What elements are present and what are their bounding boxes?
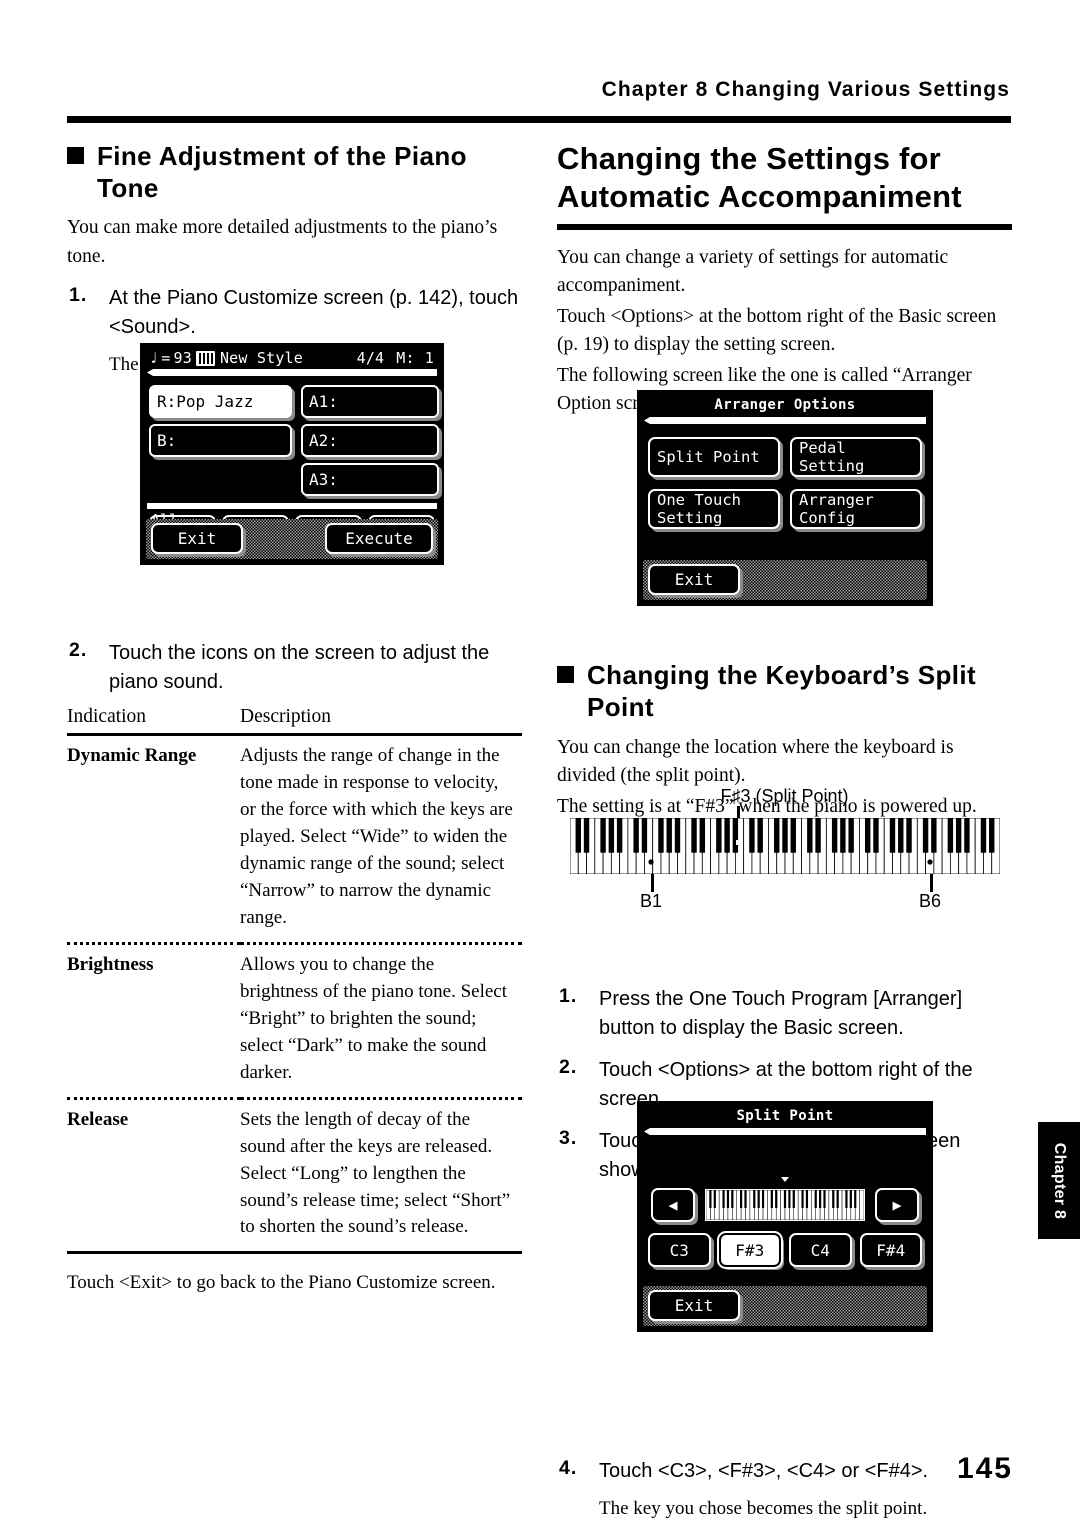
split-key-button-row: C3 F#3 C4 F#4 <box>648 1231 922 1269</box>
cell-indication: Brightness <box>67 953 154 975</box>
step-text: Press the One Touch Program [Arranger] b… <box>599 987 963 1039</box>
mini-keyboard-graphic[interactable] <box>705 1189 865 1221</box>
fsharp4-button[interactable]: F#4 <box>859 1233 922 1267</box>
right-intro-line-1: You can change a variety of settings for… <box>557 246 949 296</box>
arranger-config-button[interactable]: Arranger Config <box>790 489 922 529</box>
c3-button[interactable]: C3 <box>648 1233 711 1267</box>
step-text: At the Piano Customize screen (p. 142), … <box>109 286 519 338</box>
b6-label: B6 <box>919 891 942 911</box>
step-text: Touch the icons on the screen to adjust … <box>109 641 490 693</box>
manual-page: Chapter 8 Changing Various Settings Fine… <box>0 0 1080 1528</box>
running-head: Chapter 8 Changing Various Settings <box>601 78 1010 101</box>
lcd-arranger-footer: Exit <box>643 560 927 600</box>
right-intro2-line-1: You can change the location where the ke… <box>557 736 954 786</box>
left-column: Fine Adjustment of the Piano Tone You ca… <box>67 140 522 1297</box>
left-step-2: 2. Touch the icons on the screen to adju… <box>67 639 522 697</box>
right-step-4-sub: The key you chose becomes the split poin… <box>599 1497 928 1519</box>
time-signature: 4/4 <box>356 349 385 367</box>
right-arrow-button[interactable]: ▶ <box>875 1188 919 1222</box>
left-step-1: 1. At the Piano Customize screen (p. 142… <box>67 284 522 342</box>
header-rule <box>67 116 1011 123</box>
right-step-4: 4. Touch <C3>, <F#3>, <C4> or <F#4>. <box>557 1457 1012 1486</box>
cell-description: Sets the length of decay of the sound af… <box>240 1108 511 1238</box>
execute-button[interactable]: Execute <box>325 523 433 554</box>
lcd-arranger-title: Arranger Options <box>714 397 856 413</box>
step-text: Touch <C3>, <F#3>, <C4> or <F#4>. <box>599 1459 929 1482</box>
lcd-split-title: Split Point <box>736 1108 834 1124</box>
table-row: Dynamic Range Adjusts the range of chang… <box>67 734 522 943</box>
left-arrow-button[interactable]: ◀ <box>651 1188 695 1222</box>
chapter-thumb-tab: Chapter 8 <box>1038 1122 1080 1239</box>
tempo-value: 93 <box>173 349 192 367</box>
pedal-setting-button[interactable]: Pedal Setting <box>790 437 922 477</box>
keyboard-graphic <box>570 818 1000 874</box>
right-heading-2: Changing the Keyboard’s Split Point <box>557 659 1012 723</box>
b6-tick <box>930 874 933 892</box>
track-acc3[interactable]: A3: <box>301 463 439 496</box>
keyboard-diagram <box>570 818 1000 874</box>
track-rhythm[interactable]: R:Pop Jazz <box>149 385 292 418</box>
lcd-arranger-options-screen[interactable]: Arranger Options Split Point Pedal Setti… <box>637 390 933 606</box>
table-row: Release Sets the length of decay of the … <box>67 1098 522 1253</box>
cell-description: Adjusts the range of change in the tone … <box>240 744 513 928</box>
lcd-separator-bar <box>644 1128 926 1135</box>
right-step-1: 1. Press the One Touch Program [Arranger… <box>557 985 1012 1043</box>
step-number: 2. <box>559 1055 578 1078</box>
chapter-tab-label: Chapter 8 <box>1051 1142 1068 1219</box>
lcd-separator-bar <box>644 417 926 424</box>
step-number: 4. <box>559 1456 578 1479</box>
heading-rule <box>557 223 1012 230</box>
arranger-option-grid: Split Point Pedal Setting One Touch Sett… <box>648 437 922 541</box>
lcd-separator-bar <box>147 369 437 376</box>
track-bass[interactable]: B: <box>149 424 292 457</box>
track-acc1[interactable]: A1: <box>301 385 439 418</box>
split-point-button[interactable]: Split Point <box>648 437 780 477</box>
lcd-split-point-screen[interactable]: Split Point ◀ ▶ C3 F#3 C4 F#4 Exit <box>637 1101 933 1332</box>
cell-indication: Release <box>67 1108 129 1130</box>
style-icon <box>195 350 215 366</box>
measure-label: M: <box>396 349 415 367</box>
step-number: 3. <box>559 1126 578 1149</box>
left-after-table-note: Touch <Exit> to go back to the Piano Cus… <box>67 1272 496 1294</box>
b1-label: B1 <box>640 891 663 911</box>
cell-indication: Dynamic Range <box>67 744 197 766</box>
left-intro: You can make more detailed adjustments t… <box>67 217 498 267</box>
split-keyboard-row: ◀ ▶ <box>651 1188 919 1222</box>
step-number: 1. <box>559 984 578 1007</box>
right-intro-line-2: Touch <Options> at the bottom right of t… <box>557 305 997 355</box>
tempo-note-icon: ♩ <box>149 349 159 367</box>
lcd-style-header: ♩ = 93 New Style 4/4 M: 1 <box>142 345 442 367</box>
lcd-track-grid: R:Pop Jazz B: A1: A2: A3: <box>149 385 439 498</box>
split-position-marker-icon <box>781 1177 789 1182</box>
exit-button[interactable]: Exit <box>648 564 740 595</box>
track-acc2[interactable]: A2: <box>301 424 439 457</box>
exit-button[interactable]: Exit <box>151 523 243 554</box>
piano-tone-table: Indication Description Dynamic Range Adj… <box>67 706 522 1254</box>
table-header-row: Indication Description <box>67 706 522 735</box>
col-header-indication: Indication <box>67 705 147 727</box>
lcd-style-footer: Exit Execute <box>146 519 438 559</box>
step-number: 1. <box>69 283 88 306</box>
col-header-description: Description <box>240 705 331 727</box>
left-heading: Fine Adjustment of the Piano Tone <box>67 140 522 204</box>
lcd-split-footer: Exit <box>643 1286 927 1326</box>
c4-button[interactable]: C4 <box>789 1233 852 1267</box>
one-touch-setting-button[interactable]: One Touch Setting <box>648 489 780 529</box>
lcd-style-editor-screen[interactable]: ♩ = 93 New Style 4/4 M: 1 R:Pop Jazz B: … <box>140 343 444 565</box>
page-number: 145 <box>956 1452 1013 1485</box>
tempo-equals: = <box>161 349 171 367</box>
measure-value: 1 <box>424 349 434 367</box>
exit-button[interactable]: Exit <box>648 1290 740 1321</box>
step-number: 2. <box>69 638 88 661</box>
lcd-middle-bar <box>147 503 437 509</box>
table-row: Brightness Allows you to change the brig… <box>67 943 522 1098</box>
right-heading: Changing the Settings for Automatic Acco… <box>557 141 962 214</box>
cell-description: Allows you to change the brightness of t… <box>240 953 507 1083</box>
fsharp3-button[interactable]: F#3 <box>716 1231 783 1269</box>
style-name: New Style <box>219 349 304 367</box>
split-point-diagram-label: F♯3 (Split Point) <box>720 786 849 806</box>
b1-tick <box>651 874 654 892</box>
